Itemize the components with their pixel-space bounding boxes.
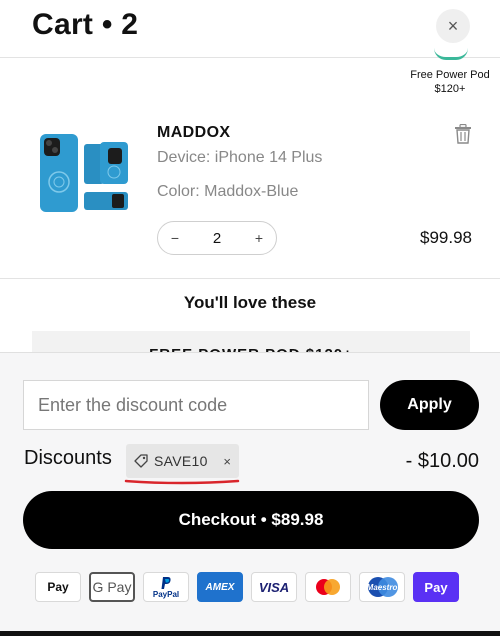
payment-methods: Pay G Pay PayPal AMEX VISA Maestro Pay [35,572,467,602]
apple-pay-icon: Pay [35,572,81,602]
quantity-value[interactable]: 2 [213,230,221,247]
close-icon: × [447,15,459,36]
reward-threshold: $120+ [434,83,466,95]
trash-icon[interactable] [454,124,472,144]
discount-code: SAVE10 [154,453,208,469]
product-name[interactable]: MADDOX [157,124,231,142]
product-color: Color: Maddox-Blue [157,183,299,200]
bottom-edge-bar [0,631,500,636]
google-pay-icon: G Pay [89,572,135,602]
paypal-logo-icon [161,576,171,589]
recommendations-heading: You'll love these [183,293,317,312]
red-underline-annotation [124,479,240,485]
quantity-stepper: − 2 + [157,221,277,255]
tag-icon [134,454,148,468]
mastercard-logo-icon [316,579,340,595]
amex-icon: AMEX [197,572,243,602]
decrease-quantity-button[interactable]: − [168,230,182,246]
divider [0,278,500,279]
product-device: Device: iPhone 14 Plus [157,149,323,166]
visa-icon: VISA [251,572,297,602]
mastercard-icon [305,572,351,602]
item-price: $99.98 [420,228,472,247]
increase-quantity-button[interactable]: + [252,230,266,246]
remove-discount-icon[interactable]: × [223,454,231,469]
discount-amount: - $10.00 [405,450,479,472]
apply-button[interactable]: Apply [380,380,479,430]
cart-title: Cart • 2 [32,8,139,41]
discounts-label: Discounts [24,447,112,469]
paypal-icon: PayPal [143,572,189,602]
product-image[interactable] [38,130,130,222]
discount-code-input[interactable] [23,380,369,430]
discount-code-chip: SAVE10 × [126,444,239,478]
shop-pay-icon: Pay [413,572,459,602]
reward-label: Free Power Pod [410,69,490,81]
cart-header: Cart • 2 × [0,0,500,58]
close-button[interactable]: × [436,9,470,43]
maestro-icon: Maestro [359,572,405,602]
checkout-button[interactable]: Checkout • $89.98 [23,491,479,549]
cart-footer: Apply Discounts SAVE10 × - $10.00 Checko… [0,352,500,636]
